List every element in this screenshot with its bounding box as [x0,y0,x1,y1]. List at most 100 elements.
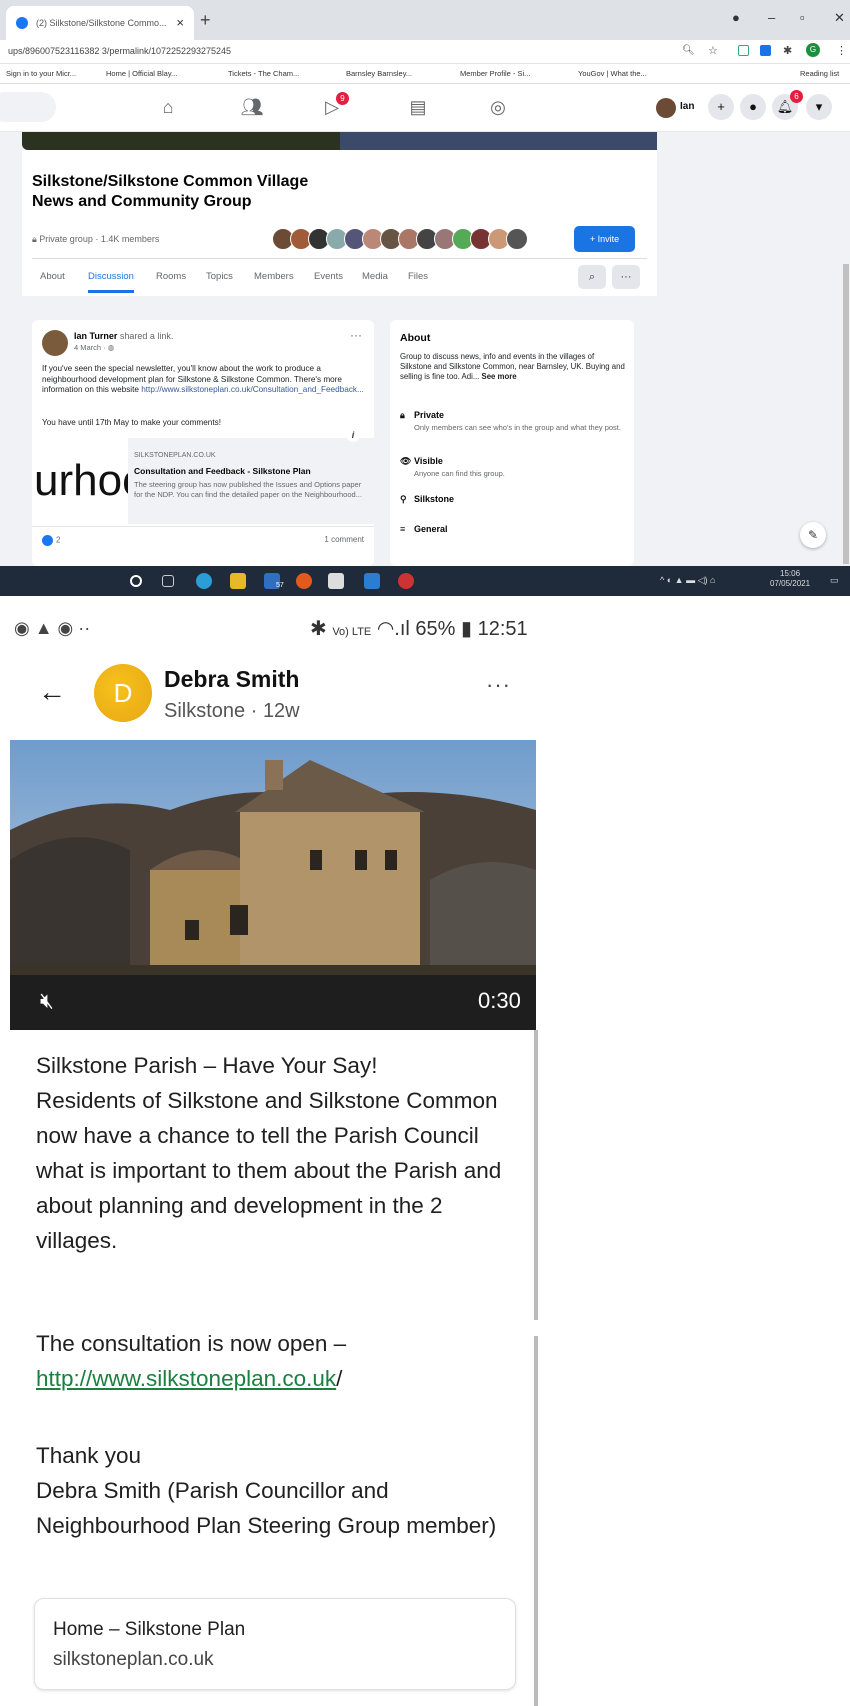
preview-image-text: urhoo [34,456,128,505]
post-location[interactable]: Silkstone [164,700,245,722]
bookmark-item[interactable]: Member Profile - Si... [460,69,530,78]
create-icon[interactable]: + [708,94,734,120]
post-author[interactable]: Debra Smith [164,666,299,693]
tab-files[interactable]: Files [408,271,428,282]
search-input[interactable] [0,92,56,122]
music-icon[interactable] [398,573,414,589]
search-icon[interactable]: ⌕ [578,265,606,289]
about-private: 🔒︎ Private Only members can see who's in t… [400,410,621,433]
bookmark-item[interactable]: Home | Official Blay... [106,69,177,78]
messenger-icon[interactable]: ● [740,94,766,120]
list-icon: ≡ [400,524,406,534]
tab-members[interactable]: Members [254,271,294,282]
extension-icon[interactable] [738,45,749,56]
facebook-page: Silkstone/Silkstone Common Village News … [0,132,850,596]
new-tab-icon[interactable]: + [200,10,211,31]
extensions-puzzle-icon[interactable]: ✱ [783,44,792,57]
windows-taskbar: 57 ^ ◐ ▲ ▬ ◁) ⌂ 15:06 07/05/2021 ▭ [0,566,850,596]
location-text: Silkstone [414,494,455,504]
avatar[interactable] [42,330,68,356]
post-options-icon[interactable]: ··· [350,328,362,342]
post-note: You have until 17th May to make your com… [42,418,222,427]
file-explorer-icon[interactable] [230,573,246,589]
tab-events[interactable]: Events [314,271,343,282]
avatar[interactable] [656,98,676,118]
bookmark-item[interactable]: Reading list [800,69,839,78]
more-icon[interactable]: ··· [612,265,640,289]
user-name[interactable]: Ian [680,101,694,112]
profile-avatar[interactable]: G [806,43,820,57]
post-subline: Silkstone · 12w [164,700,300,722]
post-age: 12w [262,700,300,722]
tab-rooms[interactable]: Rooms [156,271,186,282]
mute-icon[interactable]: 🔇︎ [40,988,54,1014]
clock-time: 15:06 [780,569,801,578]
preview-domain: SILKSTONEPLAN.CO.UK [134,452,216,459]
preview-description: The steering group has now published the… [134,480,362,499]
search-icon[interactable] [130,575,142,587]
reaction-count: 2 [56,535,61,545]
link-preview[interactable]: urhoo SILKSTONEPLAN.CO.UK Consultation a… [32,438,374,524]
star-icon[interactable]: ☆ [708,44,718,57]
video-player[interactable]: 🔇︎ 0:30 [10,740,536,1030]
scroll-indicator [534,1030,538,1320]
bookmark-item[interactable]: YouGov | What the... [578,69,647,78]
task-view-icon[interactable] [162,575,174,587]
bookmark-item[interactable]: Barnsley Barnsley... [346,69,412,78]
account-menu-icon[interactable]: ▾ [806,94,832,120]
post-author[interactable]: Ian Turner [74,331,117,341]
close-tab-icon[interactable]: × [176,15,184,30]
reactions[interactable]: 2 [42,535,60,546]
bookmark-item[interactable]: Tickets - The Cham... [228,69,299,78]
close-window-icon[interactable]: ✕ [834,10,845,26]
about-location[interactable]: ⚲ Silkstone [400,494,454,505]
tab-media[interactable]: Media [362,271,388,282]
store-icon[interactable] [328,573,344,589]
zoom-icon[interactable]: 🔍︎ [682,45,695,56]
tab-about[interactable]: About [40,271,65,282]
post-link[interactable]: http://www.silkstoneplan.co.uk [36,1366,336,1391]
system-tray-icons[interactable]: ^ ◐ ▲ ▬ ◁) ⌂ [660,575,715,586]
browser-tab[interactable]: (2) Silkstone/Silkstone Commo... × [6,6,194,40]
maximize-icon[interactable]: ▫ [800,10,805,25]
bookmark-item[interactable]: Sign in to your Micr... [6,69,76,78]
friends-icon[interactable]: 👥︎ [240,97,264,119]
profile-dot-icon[interactable]: ● [732,10,740,25]
more-icon[interactable]: ··· [486,672,511,698]
notification-center-icon[interactable]: ▭ [830,575,839,586]
invite-button[interactable]: + Invite [574,226,635,252]
extension-icon[interactable] [760,45,771,56]
address-bar[interactable]: ups/896007523116382 3/permalink/10722522… [0,40,850,64]
info-icon[interactable]: i [346,428,360,442]
edit-icon[interactable]: ✎ [800,522,826,548]
link-preview-card[interactable]: Home – Silkstone Plan silkstoneplan.co.u… [34,1598,516,1690]
chrome-icon[interactable] [296,573,312,589]
post-action: shared a link. [119,331,174,341]
scrollbar[interactable] [842,264,850,596]
home-icon[interactable]: ⌂ [156,97,180,119]
see-more-link[interactable]: See more [482,372,517,381]
about-heading: About [400,332,431,344]
marketplace-icon[interactable]: ▤ [406,97,430,119]
avatar[interactable]: D [94,664,152,722]
clock[interactable]: 15:06 07/05/2021 [770,569,810,589]
tab-discussion[interactable]: Discussion [88,271,134,293]
browser-menu-icon[interactable]: ⋮ [836,44,847,57]
scrollbar-thumb[interactable] [843,264,849,564]
post-link[interactable]: http://www.silkstoneplan.co.uk/Consultat… [141,385,364,394]
status-bar-right: ✱ Vo) LTE ◠.ıl 65% ▮ 12:51 [310,616,528,641]
edge-icon[interactable] [196,573,212,589]
avatar [506,228,528,250]
back-arrow-icon[interactable]: ← [38,676,66,708]
group-cover-photo [340,132,657,150]
preview-title: Consultation and Feedback - Silkstone Pl… [134,466,311,476]
tab-topics[interactable]: Topics [206,271,233,282]
post-date[interactable]: 4 March · ◍ [74,343,114,352]
eye-icon: 👁︎ [400,456,412,466]
signal-icon: ◠.ıl [376,618,410,640]
browser-tab-bar: (2) Silkstone/Silkstone Commo... × + ● –… [0,0,850,40]
minimize-icon[interactable]: – [768,10,775,25]
word-icon[interactable] [364,573,380,589]
comment-count[interactable]: 1 comment [324,535,364,544]
groups-icon[interactable]: ◎ [486,97,510,119]
